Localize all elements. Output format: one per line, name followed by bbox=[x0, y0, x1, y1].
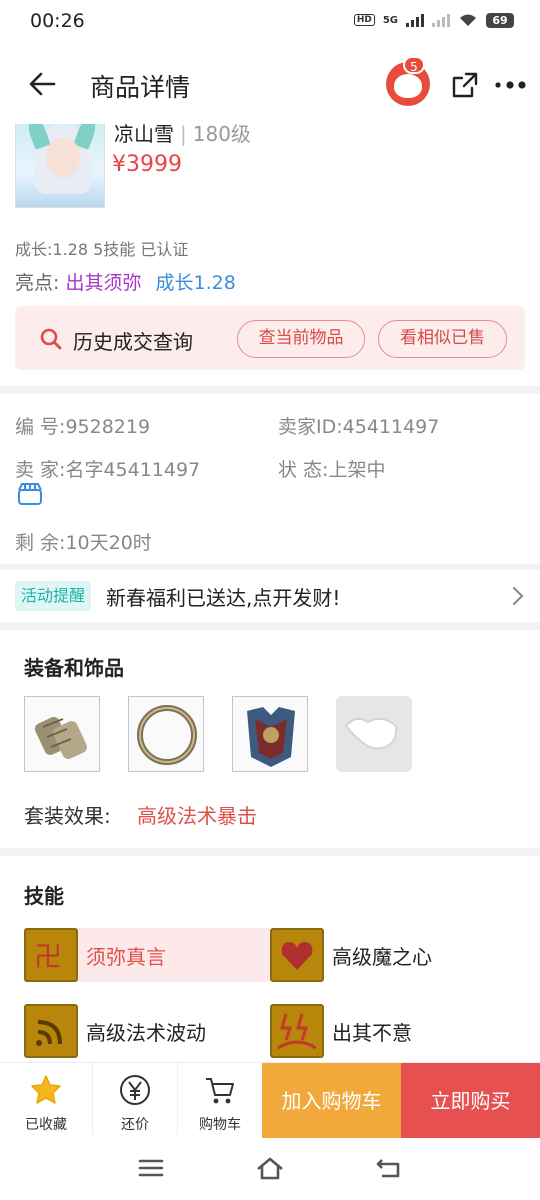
star-icon bbox=[31, 1075, 61, 1104]
set-effect-label: 套装效果: bbox=[24, 804, 111, 828]
skills-title: 技能 bbox=[24, 884, 64, 908]
buy-now-button[interactable]: 立即购买 bbox=[401, 1063, 540, 1139]
chevron-right-icon bbox=[513, 587, 524, 605]
shopping-cart-icon bbox=[206, 1078, 234, 1104]
bracer-icon bbox=[35, 717, 87, 759]
svg-text:卍: 卍 bbox=[34, 940, 62, 973]
empty-slot-icon bbox=[344, 717, 398, 750]
skill-label: 高级魔之心 bbox=[332, 945, 432, 969]
network-label: 5G bbox=[382, 14, 398, 26]
equip-slot-4[interactable] bbox=[336, 696, 412, 772]
listing-id: 编 号:9528219 bbox=[15, 416, 151, 438]
add-to-cart-button[interactable]: 加入购物车 bbox=[262, 1063, 401, 1139]
sumeru-mantra-icon: 卍 bbox=[24, 928, 78, 982]
share-icon[interactable] bbox=[450, 70, 480, 100]
system-back-icon[interactable] bbox=[374, 1154, 404, 1182]
seller-name: 卖 家:名字45411497 bbox=[15, 459, 201, 481]
highlight-1: 出其须弥 bbox=[65, 272, 142, 294]
activity-tag: 活动提醒 bbox=[15, 581, 92, 611]
shop-icon[interactable] bbox=[17, 482, 43, 506]
back-arrow-icon[interactable] bbox=[24, 66, 60, 102]
cart-label: 购物车 bbox=[199, 1117, 241, 1133]
product-name-line: 凉山雪 | 180级 bbox=[114, 118, 251, 147]
system-nav-bar bbox=[0, 1138, 540, 1200]
skill-item-sumeru[interactable]: 卍 须弥真言 bbox=[24, 928, 270, 982]
equipment-card: 装备和饰品 套装效果: 高级法术暴击 bbox=[0, 630, 540, 848]
skills-card: 技能 卍 须弥真言 高级魔之心 高级法术波动 出其不意 bbox=[0, 856, 540, 1066]
seller-id: 卖家ID:45411497 bbox=[278, 416, 440, 438]
growth-info: 成长:1.28 5技能 已认证 bbox=[15, 240, 189, 259]
product-summary-card: 凉山雪 | 180级 ¥3999 成长:1.28 5技能 已认证 亮点: 出其须弥 … bbox=[0, 122, 540, 386]
favorite-button[interactable]: 已收藏 bbox=[0, 1063, 92, 1139]
status-icons: HD 5G 69 bbox=[353, 12, 514, 28]
highlight-2: 成长1.28 bbox=[155, 272, 236, 294]
bottom-action-bar: 已收藏 还价 购物车 加入购物车 立即购买 bbox=[0, 1062, 540, 1139]
home-icon[interactable] bbox=[255, 1154, 285, 1182]
product-name: 凉山雪 bbox=[114, 122, 174, 146]
cart-button[interactable]: 购物车 bbox=[178, 1063, 262, 1139]
listing-info-card: 编 号:9528219 卖家ID:45411497 卖 家:名字45411497… bbox=[0, 394, 540, 564]
skill-label: 高级法术波动 bbox=[86, 1021, 206, 1045]
more-icon[interactable] bbox=[494, 80, 526, 90]
activity-banner[interactable]: 活动提醒 新春福利已送达,点开发财! bbox=[0, 570, 540, 622]
yen-icon bbox=[120, 1075, 150, 1105]
page-title: 商品详情 bbox=[90, 73, 191, 102]
status-time: 00:26 bbox=[30, 10, 85, 32]
spell-wave-icon bbox=[24, 1004, 78, 1058]
equip-slot-2[interactable] bbox=[128, 696, 204, 772]
menu-icon[interactable] bbox=[136, 1154, 166, 1182]
check-current-button[interactable]: 查当前物品 bbox=[237, 320, 365, 358]
wifi-icon bbox=[460, 14, 476, 26]
demon-heart-icon bbox=[270, 928, 324, 982]
view-similar-sold-button[interactable]: 看相似已售 bbox=[378, 320, 507, 358]
battery-icon: 69 bbox=[486, 12, 514, 28]
favorite-label: 已收藏 bbox=[25, 1117, 67, 1133]
listing-status: 状 态:上架中 bbox=[278, 459, 386, 481]
skill-item-spell-wave[interactable]: 高级法术波动 bbox=[24, 1004, 270, 1058]
signal-icon bbox=[406, 13, 424, 27]
bargain-button[interactable]: 还价 bbox=[93, 1063, 177, 1139]
signal-2-icon bbox=[432, 13, 450, 27]
ring-icon bbox=[137, 705, 197, 765]
character-portrait[interactable] bbox=[15, 124, 105, 208]
armor-icon bbox=[247, 707, 295, 767]
status-bar: 00:26 HD 5G 69 bbox=[0, 0, 540, 44]
cart-badge: 5 bbox=[403, 56, 425, 74]
history-query-box: 历史成交查询 查当前物品 看相似已售 bbox=[15, 306, 525, 370]
nav-bar: 商品详情 5 bbox=[0, 44, 540, 124]
equip-slot-1[interactable] bbox=[24, 696, 100, 772]
activity-text: 新春福利已送达,点开发财! bbox=[106, 586, 341, 610]
set-effect-value: 高级法术暴击 bbox=[137, 804, 257, 828]
product-level: 180级 bbox=[192, 122, 251, 146]
skill-item-surprise[interactable]: 出其不意 bbox=[270, 1004, 516, 1058]
skill-item-demon-heart[interactable]: 高级魔之心 bbox=[270, 928, 516, 982]
highlight-label: 亮点: bbox=[15, 272, 60, 294]
skill-label: 出其不意 bbox=[332, 1021, 412, 1045]
search-icon bbox=[40, 328, 62, 350]
product-price: ¥3999 bbox=[112, 152, 182, 177]
equip-slot-3[interactable] bbox=[232, 696, 308, 772]
name-separator: | bbox=[180, 122, 187, 146]
surprise-icon bbox=[270, 1004, 324, 1058]
time-remaining: 剩 余:10天20时 bbox=[15, 532, 152, 554]
bargain-label: 还价 bbox=[121, 1117, 149, 1133]
highlights: 亮点: 出其须弥 成长1.28 bbox=[15, 268, 236, 295]
skill-label: 须弥真言 bbox=[86, 945, 166, 969]
cat-avatar-icon bbox=[394, 74, 422, 98]
equipment-title: 装备和饰品 bbox=[24, 656, 124, 680]
hd-icon: HD bbox=[353, 14, 375, 26]
history-label[interactable]: 历史成交查询 bbox=[73, 326, 193, 355]
